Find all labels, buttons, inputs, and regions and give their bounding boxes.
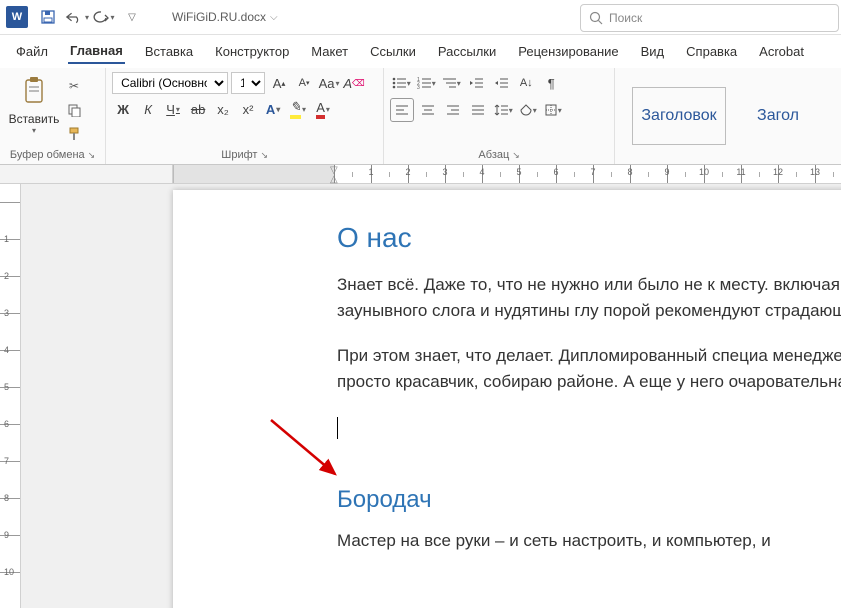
align-right-icon[interactable] (442, 99, 464, 121)
numbering-icon[interactable]: 123▾ (415, 72, 437, 94)
increase-indent-icon[interactable] (490, 72, 512, 94)
group-styles: Заголовок Загол (615, 68, 841, 164)
qat-customize-icon[interactable]: ▽ (119, 4, 145, 30)
heading-2[interactable]: Бородач (337, 486, 841, 514)
page[interactable]: О нас Знает всё. Даже то, что не нужно и… (173, 190, 841, 608)
vertical-ruler[interactable]: 12345678910 (0, 184, 21, 608)
superscript-button[interactable]: x² (237, 98, 259, 120)
style-heading[interactable]: Заголовок (632, 87, 726, 145)
decrease-indent-icon[interactable] (465, 72, 487, 94)
document-name[interactable]: WiFiGiD.RU.docx⌵ (172, 10, 278, 24)
tab-review[interactable]: Рецензирование (516, 40, 620, 63)
tab-file[interactable]: Файл (14, 40, 50, 63)
bullets-icon[interactable]: ▾ (390, 72, 412, 94)
change-case-icon[interactable]: Aa▾ (318, 72, 340, 94)
search-input[interactable]: Поиск (580, 4, 839, 32)
tab-layout[interactable]: Макет (309, 40, 350, 63)
font-color-icon[interactable]: A▾ (312, 98, 334, 120)
group-clipboard: Вставить ▾ ✂ Буфер обмена↘ (0, 68, 106, 164)
multilevel-icon[interactable]: ▾ (440, 72, 462, 94)
paste-label: Вставить (9, 112, 60, 126)
document-area[interactable]: О нас Знает всё. Даже то, что не нужно и… (21, 184, 841, 608)
clipboard-launcher-icon[interactable]: ↘ (88, 150, 96, 161)
redo-icon[interactable]: ▾ (91, 4, 117, 30)
align-left-icon[interactable] (390, 98, 414, 122)
strike-button[interactable]: ab (187, 98, 209, 120)
horizontal-ruler[interactable]: ▽ △ 123456789101112131415161718 (0, 165, 841, 184)
word-app-icon: W (6, 6, 28, 28)
paragraph-launcher-icon[interactable]: ↘ (512, 150, 520, 161)
clear-format-icon[interactable]: A⌫ (343, 72, 365, 94)
cut-icon[interactable]: ✂ (64, 76, 84, 96)
title-bar: W ▾ ▾ ▽ WiFiGiD.RU.docx⌵ Поиск (0, 0, 841, 35)
borders-icon[interactable]: ▾ (542, 99, 564, 121)
paragraph-text[interactable]: При этом знает, что делает. Дипломирован… (337, 343, 841, 396)
align-center-icon[interactable] (417, 99, 439, 121)
subscript-button[interactable]: x₂ (212, 98, 234, 120)
style-heading-2[interactable]: Загол (732, 88, 824, 144)
font-size-select[interactable]: 11 (231, 72, 265, 94)
format-painter-icon[interactable] (64, 124, 84, 144)
tab-mailings[interactable]: Рассылки (436, 40, 498, 63)
tab-insert[interactable]: Вставка (143, 40, 195, 63)
increase-font-icon[interactable]: A▴ (268, 72, 290, 94)
search-placeholder: Поиск (609, 11, 642, 25)
tab-references[interactable]: Ссылки (368, 40, 418, 63)
workspace: 12345678910 О нас Знает всё. Даже то, чт… (0, 184, 841, 608)
paragraph-text[interactable]: Мастер на все руки – и сеть настроить, и… (337, 528, 841, 554)
tab-home[interactable]: Главная (68, 39, 125, 64)
clipboard-icon (21, 76, 47, 110)
text-cursor (337, 417, 338, 439)
group-paragraph: ▾ 123▾ ▾ A↓ ¶ ▾ ▾ ▾ Абзац↘ (384, 68, 615, 164)
save-icon[interactable] (35, 4, 61, 30)
paragraph-text[interactable]: Знает всё. Даже то, что не нужно или был… (337, 272, 841, 325)
ribbon: Вставить ▾ ✂ Буфер обмена↘ Calibri (Осно… (0, 68, 841, 165)
tab-design[interactable]: Конструктор (213, 40, 291, 63)
show-marks-icon[interactable]: ¶ (540, 72, 562, 94)
search-icon (589, 11, 603, 25)
undo-icon[interactable]: ▾ (63, 4, 89, 30)
align-justify-icon[interactable] (467, 99, 489, 121)
line-spacing-icon[interactable]: ▾ (492, 99, 514, 121)
group-clipboard-label: Буфер обмена (10, 149, 85, 161)
group-font: Calibri (Основной 11 A▴ A▾ Aa▾ A⌫ Ж К Ч▾… (106, 68, 384, 164)
font-name-select[interactable]: Calibri (Основной (112, 72, 228, 94)
tab-help[interactable]: Справка (684, 40, 739, 63)
bold-button[interactable]: Ж (112, 98, 134, 120)
svg-text:3: 3 (417, 85, 420, 89)
tab-view[interactable]: Вид (639, 40, 667, 63)
ribbon-tabs: Файл Главная Вставка Конструктор Макет С… (0, 35, 841, 68)
underline-button[interactable]: Ч▾ (162, 98, 184, 120)
group-paragraph-label: Абзац (478, 149, 509, 161)
sort-icon[interactable]: A↓ (515, 72, 537, 94)
font-launcher-icon[interactable]: ↘ (260, 150, 268, 161)
text-effects-icon[interactable]: A▾ (262, 98, 284, 120)
tab-acrobat[interactable]: Acrobat (757, 40, 806, 63)
decrease-font-icon[interactable]: A▾ (293, 72, 315, 94)
heading-1[interactable]: О нас (337, 222, 841, 254)
paste-button[interactable]: Вставить ▾ (6, 72, 62, 138)
copy-icon[interactable] (64, 100, 84, 120)
highlight-icon[interactable]: ✎▾ (287, 98, 309, 120)
shading-icon[interactable]: ▾ (517, 99, 539, 121)
italic-button[interactable]: К (137, 98, 159, 120)
group-font-label: Шрифт (221, 149, 257, 161)
